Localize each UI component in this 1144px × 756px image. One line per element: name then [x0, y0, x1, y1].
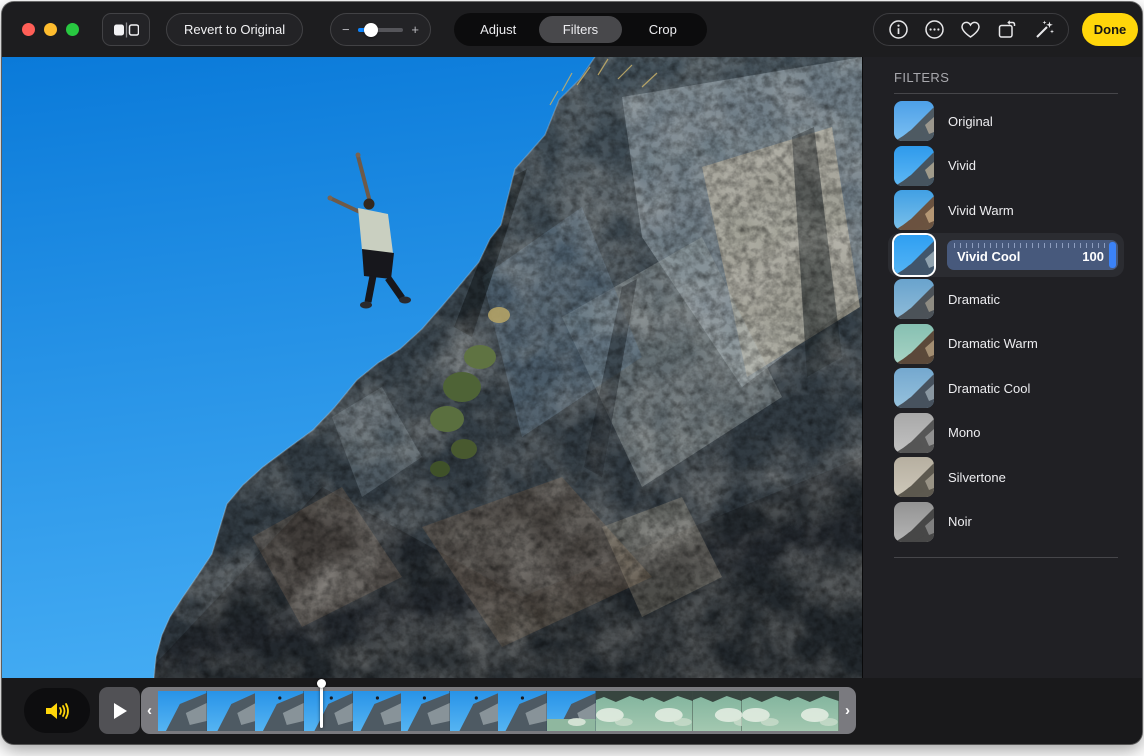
filter-label: Vivid Cool [957, 249, 1020, 264]
filter-item-silvertone[interactable]: Silvertone [894, 455, 1118, 500]
slider-ticks [954, 243, 1111, 248]
filmstrip-frame[interactable] [644, 691, 693, 731]
filter-intensity-slider[interactable]: Vivid Cool 100 [947, 240, 1118, 270]
slider-handle[interactable] [1109, 242, 1116, 268]
playhead-knob[interactable] [317, 679, 326, 688]
info-button[interactable] [885, 17, 911, 43]
divider [894, 557, 1118, 558]
divider [894, 93, 1118, 94]
auto-enhance-button[interactable] [1031, 17, 1057, 43]
filmstrip-frame[interactable] [790, 691, 839, 731]
filter-intensity-value: 100 [1082, 249, 1104, 264]
video-player-bar: ‹ › [2, 678, 1142, 744]
filmstrip-frame[interactable] [401, 691, 450, 731]
filter-thumbnail [894, 235, 934, 275]
trim-filmstrip[interactable]: ‹ › [141, 687, 856, 734]
mute-toggle-button[interactable] [24, 688, 90, 733]
more-icon [924, 19, 945, 40]
filter-label: Vivid Warm [948, 203, 1014, 218]
close-window-button[interactable] [22, 23, 35, 36]
filter-label: Silvertone [948, 470, 1006, 485]
zoom-window-button[interactable] [66, 23, 79, 36]
filmstrip-frame[interactable] [742, 691, 791, 731]
filter-item-original[interactable]: Original [894, 99, 1118, 144]
zoom-slider-track[interactable] [358, 28, 404, 32]
window-controls [22, 23, 79, 36]
filter-label: Dramatic [948, 292, 1000, 307]
before-after-toggle-button[interactable] [102, 13, 150, 46]
auto-enhance-wand-icon [1033, 19, 1055, 41]
filmstrip-frame[interactable] [207, 691, 256, 731]
filmstrip-frame[interactable] [498, 691, 547, 731]
trim-handle-right[interactable]: › [839, 687, 856, 734]
minimize-window-button[interactable] [44, 23, 57, 36]
filter-label: Original [948, 114, 993, 129]
filter-item-dramatic-warm[interactable]: Dramatic Warm [894, 322, 1118, 367]
filter-thumbnail [894, 413, 934, 453]
rotate-icon [996, 19, 1018, 41]
filter-thumbnail [894, 457, 934, 497]
filmstrip-frame[interactable] [158, 691, 207, 731]
photo-canvas[interactable] [2, 57, 862, 678]
done-button[interactable]: Done [1082, 13, 1138, 46]
filmstrip-frame[interactable] [450, 691, 499, 731]
heart-icon [960, 20, 981, 40]
filter-item-noir[interactable]: Noir [894, 500, 1118, 545]
filter-item-dramatic-cool[interactable]: Dramatic Cool [894, 366, 1118, 411]
filter-label: Dramatic Warm [948, 336, 1038, 351]
favorite-button[interactable] [958, 17, 984, 43]
filters-sidebar: FILTERS Original Vivid Vivid Warm Vivid Coo… [862, 57, 1142, 678]
filter-item-dramatic[interactable]: Dramatic [894, 277, 1118, 322]
play-icon [112, 702, 128, 720]
more-button[interactable] [922, 17, 948, 43]
filmstrip-frame[interactable] [596, 691, 645, 731]
filmstrip-frames[interactable] [158, 691, 839, 731]
filmstrip-frame[interactable] [693, 691, 742, 731]
info-icon [888, 19, 909, 40]
toolbar: Revert to Original − + Adjust Filters Cr… [2, 2, 1142, 57]
filter-list: Original Vivid Vivid Warm Vivid Cool 100 Dram… [894, 99, 1118, 544]
filter-item-vivid[interactable]: Vivid [894, 144, 1118, 189]
filter-thumbnail [894, 190, 934, 230]
filter-label: Vivid [948, 158, 976, 173]
filter-label: Mono [948, 425, 981, 440]
filmstrip-frame[interactable] [353, 691, 402, 731]
filter-item-vivid-warm[interactable]: Vivid Warm [894, 188, 1118, 233]
edit-mode-segmented-control: Adjust Filters Crop [454, 13, 707, 46]
trim-handle-left[interactable]: ‹ [141, 687, 158, 734]
zoom-in-button[interactable]: + [411, 23, 419, 36]
playhead[interactable] [320, 687, 323, 728]
filter-thumbnail [894, 502, 934, 542]
rotate-button[interactable] [994, 17, 1020, 43]
filter-item-vivid-cool[interactable]: Vivid Cool 100 [888, 233, 1124, 278]
video-frame-cliff-jump [2, 57, 862, 678]
zoom-out-button[interactable]: − [342, 23, 350, 36]
tab-filters[interactable]: Filters [539, 16, 621, 43]
filter-thumbnail [894, 101, 934, 141]
filter-thumbnail [894, 324, 934, 364]
filter-thumbnail [894, 146, 934, 186]
before-after-icon [113, 22, 139, 38]
volume-icon [44, 700, 71, 722]
filter-item-mono[interactable]: Mono [894, 411, 1118, 456]
zoom-slider-knob[interactable] [364, 23, 378, 37]
filmstrip-frame[interactable] [255, 691, 304, 731]
filter-label: Noir [948, 514, 972, 529]
filter-label: Dramatic Cool [948, 381, 1030, 396]
revert-to-original-button[interactable]: Revert to Original [166, 13, 303, 46]
content-area: FILTERS Original Vivid Vivid Warm Vivid Coo… [2, 57, 1142, 678]
filters-header: FILTERS [894, 70, 1118, 85]
filter-thumbnail [894, 368, 934, 408]
app-window: Revert to Original − + Adjust Filters Cr… [2, 2, 1142, 744]
zoom-slider[interactable]: − + [330, 13, 431, 46]
tab-crop[interactable]: Crop [622, 16, 704, 43]
filmstrip-frame[interactable] [304, 691, 353, 731]
filter-thumbnail [894, 279, 934, 319]
play-button[interactable] [99, 687, 140, 734]
photo-actions-group [873, 13, 1069, 46]
filmstrip-frame[interactable] [547, 691, 596, 731]
tab-adjust[interactable]: Adjust [457, 16, 539, 43]
